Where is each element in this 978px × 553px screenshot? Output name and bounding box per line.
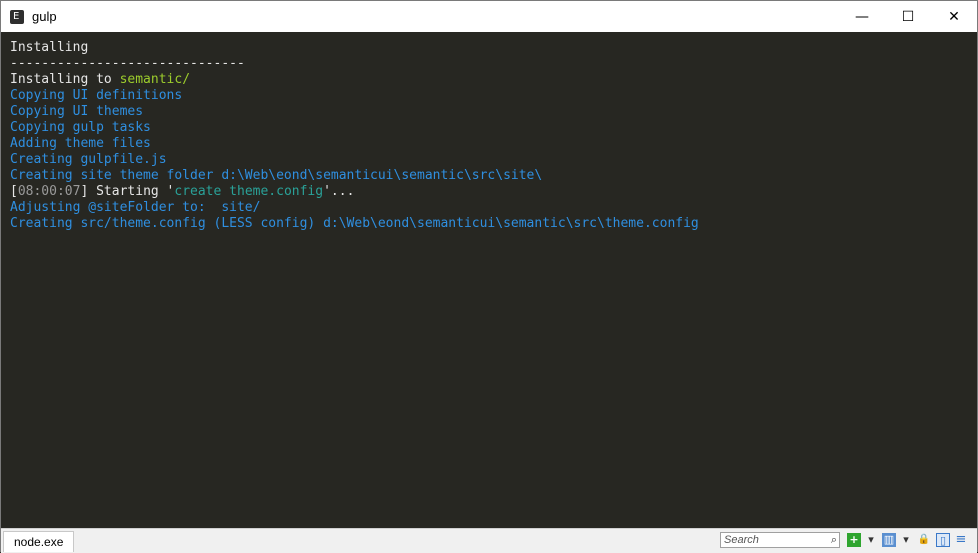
console-text: '... bbox=[323, 184, 355, 199]
close-button[interactable]: ✕ bbox=[931, 1, 977, 32]
console-text: Copying gulp tasks bbox=[10, 120, 151, 135]
console-text: Creating site theme folder d:\Web\eond\s… bbox=[10, 168, 543, 183]
console-text: Copying UI themes bbox=[10, 104, 144, 119]
console-line: Adding theme files bbox=[10, 136, 699, 152]
panel-icon[interactable]: ▯ bbox=[936, 533, 950, 547]
console-text: Creating src/theme.config (LESS config) … bbox=[10, 216, 699, 231]
title-bar[interactable]: E gulp — ☐ ✕ bbox=[1, 1, 977, 32]
console-text: Installing to bbox=[10, 72, 120, 87]
console-text: Creating gulpfile.js bbox=[10, 152, 167, 167]
search-icon[interactable]: ⌕ bbox=[831, 533, 837, 547]
console-lines: Installing ------------------------------… bbox=[10, 40, 699, 232]
minimize-button[interactable]: — bbox=[839, 1, 885, 32]
console-text: ] Starting ' bbox=[80, 184, 175, 199]
status-bar: node.exe Search ⌕ + ▾ ▥ ▾ 🔒 ▯ ≡ bbox=[1, 528, 977, 553]
console-line: Copying gulp tasks bbox=[10, 120, 699, 136]
maximize-button[interactable]: ☐ bbox=[885, 1, 931, 32]
console-line: Creating site theme folder d:\Web\eond\s… bbox=[10, 168, 699, 184]
console-output[interactable]: Installing ------------------------------… bbox=[1, 32, 977, 528]
console-line: Installing to semantic/ bbox=[10, 72, 699, 88]
search-input[interactable]: Search ⌕ bbox=[720, 532, 840, 548]
console-window: E gulp — ☐ ✕ Installing -----------------… bbox=[0, 0, 978, 553]
window-controls: — ☐ ✕ bbox=[839, 1, 977, 32]
console-line: Installing bbox=[10, 40, 699, 56]
console-text: Adjusting @siteFolder to: site/ bbox=[10, 200, 261, 215]
console-text: [ bbox=[10, 184, 18, 199]
console-line: Adjusting @siteFolder to: site/ bbox=[10, 200, 699, 216]
new-console-dropdown-icon[interactable]: ▾ bbox=[864, 533, 878, 547]
console-text: semantic/ bbox=[119, 72, 191, 87]
window-title: gulp bbox=[32, 9, 57, 24]
console-line: [08:00:07] Starting 'create theme.config… bbox=[10, 184, 699, 200]
app-icon-glyph: E bbox=[13, 10, 20, 22]
console-line: Copying UI themes bbox=[10, 104, 699, 120]
console-line: Creating src/theme.config (LESS config) … bbox=[10, 216, 699, 232]
view-icon[interactable]: ▥ bbox=[882, 533, 896, 547]
console-text: 08:00:07 bbox=[17, 184, 81, 199]
console-line: Creating gulpfile.js bbox=[10, 152, 699, 168]
console-text: ------------------------------ bbox=[10, 56, 245, 71]
new-console-add-icon[interactable]: + bbox=[847, 533, 861, 547]
console-line: ------------------------------ bbox=[10, 56, 699, 72]
tab-node-exe[interactable]: node.exe bbox=[3, 531, 75, 552]
console-text: create theme.config bbox=[174, 184, 324, 199]
console-app-icon[interactable]: E bbox=[10, 9, 24, 24]
lock-icon[interactable]: 🔒 bbox=[917, 533, 931, 547]
console-text: Adding theme files bbox=[10, 136, 151, 151]
search-placeholder: Search bbox=[724, 534, 759, 546]
view-dropdown-icon[interactable]: ▾ bbox=[899, 533, 913, 547]
console-text: Installing bbox=[10, 40, 89, 55]
console-text: Copying UI definitions bbox=[10, 88, 183, 103]
menu-icon[interactable]: ≡ bbox=[954, 533, 968, 547]
console-line: Copying UI definitions bbox=[10, 88, 699, 104]
